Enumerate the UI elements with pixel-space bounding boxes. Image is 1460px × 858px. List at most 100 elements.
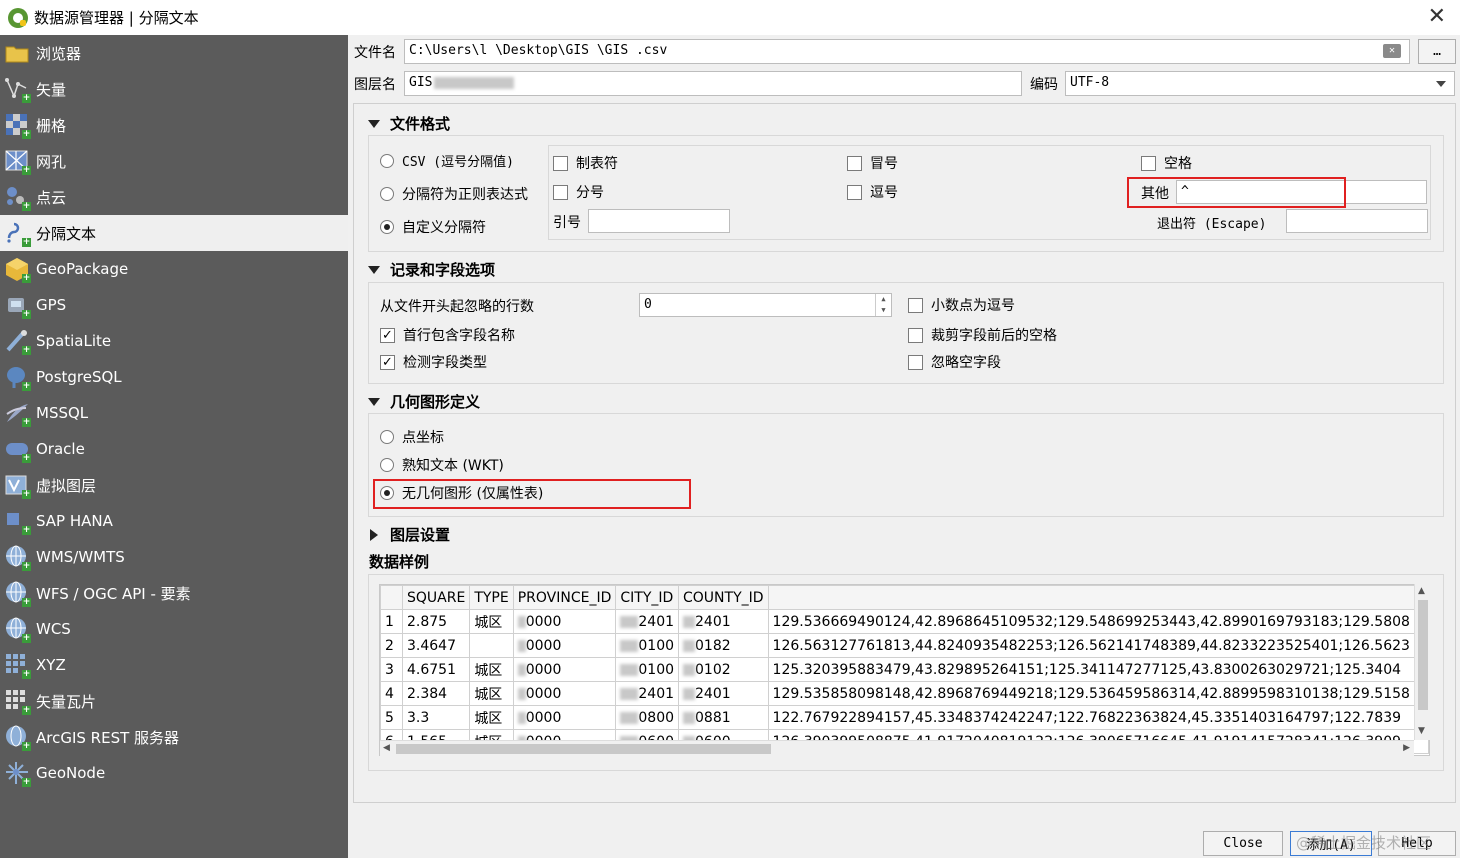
space-checkbox[interactable]: 空格	[1141, 153, 1192, 173]
sidebar-item-label: XYZ	[36, 656, 66, 674]
file-format-header[interactable]: 文件格式	[368, 113, 450, 134]
sidebar-item-label: GPS	[36, 296, 67, 314]
sidebar-item-vector[interactable]: + 矢量	[0, 71, 348, 107]
cell: 2401	[615, 609, 680, 634]
wkt-radio[interactable]: 熟知文本 (WKT)	[380, 455, 504, 475]
cell-text: 0100	[638, 661, 675, 678]
sidebar-item-vector-tile[interactable]: + 矢量瓦片	[0, 683, 348, 719]
discard-empty-checkbox[interactable]: 忽略空字段	[908, 352, 1001, 372]
layer-name-label: 图层名	[354, 77, 396, 93]
column-header[interactable]: COUNTY_ID	[678, 585, 769, 610]
file-name-input[interactable]: C:\Users\l \Desktop\GIS \GIS .csv ✕	[404, 39, 1410, 64]
encoding-select[interactable]: UTF-8	[1065, 71, 1455, 96]
spinner-arrows-icon[interactable]: ▲ ▼	[875, 294, 891, 316]
cell: 129.536669490124,42.8968645109532;129.54…	[767, 609, 1429, 634]
sidebar-item-gps[interactable]: + GPS	[0, 287, 348, 323]
sample-table-container[interactable]: SQUARE TYPE PROVINCE_ID CITY_ID COUNTY_I…	[379, 584, 1430, 756]
redacted-text	[683, 615, 696, 628]
scroll-left-icon[interactable]: ◀	[383, 743, 390, 753]
semicolon-checkbox[interactable]: 分号	[553, 182, 604, 202]
browse-button[interactable]: …	[1418, 39, 1456, 64]
sidebar-item-label: MSSQL	[36, 404, 89, 422]
sidebar-item-label: 栅格	[36, 116, 67, 135]
sidebar-item-wms-wmts[interactable]: + WMS/WMTS	[0, 539, 348, 575]
sidebar-item-raster[interactable]: + 栅格	[0, 107, 348, 143]
tab-checkbox[interactable]: 制表符	[553, 153, 618, 173]
table-row[interactable]: 3 4.6751 城区 0000 0100 0102 125.320395883479,43…	[380, 657, 1429, 682]
geometry-header[interactable]: 几何图形定义	[368, 391, 480, 412]
cell-text: 2401	[695, 685, 731, 702]
detect-types-checkbox[interactable]: ✓ 检测字段类型	[380, 352, 487, 372]
table-row[interactable]: 2 3.4647 0000 0100 0182 126.563127761813,44.8…	[380, 633, 1429, 658]
layer-name-input[interactable]: GIS	[404, 71, 1022, 96]
comma-checkbox[interactable]: 逗号	[847, 182, 898, 202]
sidebar-item-postgresql[interactable]: + PostgreSQL	[0, 359, 348, 395]
sidebar-item-virtual-layer[interactable]: + 虚拟图层	[0, 467, 348, 503]
redacted-text	[517, 615, 526, 628]
close-window-button[interactable]: ✕	[1428, 4, 1446, 29]
sidebar-item-label: WFS / OGC API - 要素	[36, 584, 191, 603]
scroll-up-icon[interactable]: ▲	[1418, 586, 1425, 596]
checkbox-checked-icon: ✓	[380, 327, 395, 343]
sidebar-item-wcs[interactable]: + WCS	[0, 611, 348, 647]
custom-delimiter-radio[interactable]: 自定义分隔符	[380, 217, 486, 237]
sidebar-item-oracle[interactable]: + Oracle	[0, 431, 348, 467]
colon-checkbox[interactable]: 冒号	[847, 153, 898, 173]
qgis-logo-icon	[8, 7, 28, 28]
wcs-icon: +	[4, 616, 31, 643]
scroll-right-icon[interactable]: ▶	[1403, 743, 1410, 753]
scroll-thumb[interactable]	[1418, 600, 1428, 710]
horizontal-scrollbar[interactable]: ◀ ▶	[380, 740, 1414, 756]
sidebar-item-label: 矢量	[36, 80, 67, 99]
sidebar-item-mssql[interactable]: + MSSQL	[0, 395, 348, 431]
column-header[interactable]: CITY_ID	[615, 585, 680, 610]
table-row[interactable]: 1 2.875 城区 0000 2401 2401 129.536669490124,42.…	[380, 609, 1429, 634]
sidebar-item-label: 矢量瓦片	[36, 692, 97, 711]
sidebar-item-sap-hana[interactable]: + SAP HANA	[0, 503, 348, 539]
sidebar-item-spatialite[interactable]: + SpatiaLite	[0, 323, 348, 359]
table-row[interactable]: 5 3.3 城区 0000 0800 0881 122.767922894157,45.33…	[380, 705, 1429, 730]
vertical-scrollbar[interactable]: ▲ ▼	[1414, 584, 1430, 740]
sidebar-item-wfs[interactable]: + WFS / OGC API - 要素	[0, 575, 348, 611]
sidebar-item-xyz[interactable]: + XYZ	[0, 647, 348, 683]
quote-input[interactable]	[588, 209, 730, 233]
sidebar-item-mesh[interactable]: + 网孔	[0, 143, 348, 179]
sidebar-item-geopackage[interactable]: + GeoPackage	[0, 251, 348, 287]
table-row[interactable]: 4 2.384 城区 0000 2401 2401 129.535858098148,42.…	[380, 681, 1429, 706]
column-header[interactable]: TYPE	[469, 585, 514, 610]
regex-radio[interactable]: 分隔符为正则表达式	[380, 184, 528, 204]
sidebar-item-arcgis-rest[interactable]: + ArcGIS REST 服务器	[0, 719, 348, 755]
space-label: 空格	[1164, 156, 1192, 172]
cell: 0102	[678, 657, 769, 682]
section-title: 几何图形定义	[390, 393, 481, 411]
point-coords-radio[interactable]: 点坐标	[380, 427, 444, 447]
skip-lines-value: 0	[644, 297, 652, 312]
close-button[interactable]: Close	[1203, 831, 1283, 856]
checkbox-checked-icon: ✓	[380, 354, 395, 370]
sidebar-item-label: PostgreSQL	[36, 368, 122, 386]
cell: 3.3	[401, 705, 471, 730]
escape-input[interactable]	[1286, 209, 1428, 233]
layer-settings-header[interactable]: 图层设置	[368, 524, 450, 545]
column-header[interactable]: SQUARE	[401, 585, 471, 610]
redacted-text	[620, 711, 639, 724]
column-header[interactable]: PROVINCE_ID	[512, 585, 617, 610]
clear-icon[interactable]: ✕	[1383, 44, 1401, 58]
csv-radio[interactable]: CSV (逗号分隔值)	[380, 151, 514, 170]
sidebar-item-point-cloud[interactable]: + 点云	[0, 179, 348, 215]
vector-icon: +	[4, 76, 31, 103]
records-header[interactable]: 记录和字段选项	[368, 259, 495, 280]
sidebar-item-geonode[interactable]: + GeoNode	[0, 755, 348, 791]
first-header-checkbox[interactable]: ✓ 首行包含字段名称	[380, 325, 515, 345]
comma-label: 逗号	[870, 185, 898, 201]
trim-checkbox[interactable]: 裁剪字段前后的空格	[908, 325, 1057, 345]
sidebar-item-delimited-text[interactable]: + 分隔文本	[0, 215, 348, 251]
skip-lines-spinbox[interactable]: 0 ▲ ▼	[639, 293, 892, 317]
column-header[interactable]	[767, 585, 1429, 610]
sidebar-item-browser[interactable]: 浏览器	[0, 35, 348, 71]
scroll-down-icon[interactable]: ▼	[1418, 726, 1425, 736]
redacted-text	[620, 687, 639, 700]
checkbox-icon	[908, 354, 923, 370]
scroll-thumb[interactable]	[396, 744, 771, 754]
decimal-comma-checkbox[interactable]: 小数点为逗号	[908, 295, 1015, 315]
